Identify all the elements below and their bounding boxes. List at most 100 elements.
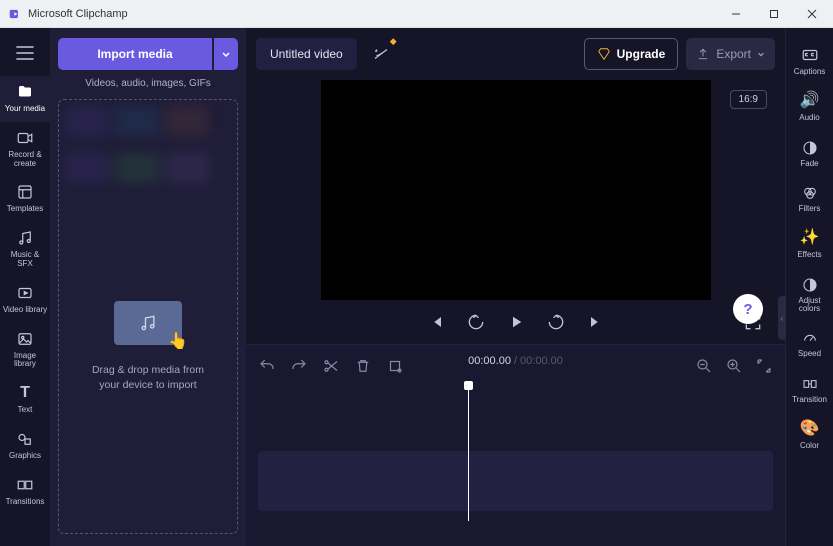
window-title: Microsoft Clipchamp (28, 8, 128, 20)
rnav-label: Filters (799, 205, 821, 213)
dropzone-text: Drag & drop media from your device to im… (78, 363, 218, 391)
main-area: Untitled video ◆ Upgrade Export 16:9 (246, 28, 785, 546)
music-icon (138, 313, 158, 333)
window-titlebar: Microsoft Clipchamp (0, 0, 833, 28)
crop-button[interactable] (386, 357, 404, 375)
playback-controls (246, 300, 785, 344)
chevron-down-icon (757, 50, 765, 58)
rnav-label: Fade (800, 160, 818, 168)
rnav-audio[interactable]: 🔊 Audio (786, 85, 833, 131)
magic-enhance-button[interactable]: ◆ (365, 38, 397, 70)
nav-label: Video library (3, 306, 47, 315)
nav-templates[interactable]: Templates (0, 176, 50, 222)
import-hint: Videos, audio, images, GIFs (58, 78, 238, 89)
rnav-adjust-colors[interactable]: Adjust colors (786, 269, 833, 323)
gauge-icon (802, 330, 818, 346)
rnav-label: Captions (794, 68, 826, 76)
rnav-effects[interactable]: ✨ Effects (786, 222, 833, 268)
topbar: Untitled video ◆ Upgrade Export (246, 28, 785, 80)
delete-button[interactable] (354, 357, 372, 375)
text-icon: T (16, 384, 34, 402)
window-minimize-button[interactable] (717, 1, 755, 27)
upload-icon (696, 47, 710, 61)
rnav-label: Audio (799, 114, 819, 122)
step-forward-button[interactable] (546, 312, 566, 332)
undo-button[interactable] (258, 357, 276, 375)
nav-video-library[interactable]: Video library (0, 277, 50, 323)
upgrade-label: Upgrade (617, 47, 666, 61)
left-sidebar: Your media Record & create Templates Mus… (0, 28, 50, 546)
skip-start-button[interactable] (426, 312, 446, 332)
timeline-ruler[interactable] (258, 383, 773, 401)
aspect-ratio-button[interactable]: 16:9 (730, 90, 767, 109)
split-button[interactable] (322, 357, 340, 375)
nav-your-media[interactable]: Your media (0, 76, 50, 122)
nav-label: Record & create (2, 151, 48, 169)
import-media-button[interactable]: Import media (58, 38, 212, 70)
timeline-timecode: 00:00.00/00:00.00 (468, 355, 563, 367)
media-panel: Import media Videos, audio, images, GIFs… (50, 28, 246, 546)
upgrade-button[interactable]: Upgrade (584, 38, 679, 70)
window-maximize-button[interactable] (755, 1, 793, 27)
nav-image-library[interactable]: Image library (0, 323, 50, 378)
wand-icon (372, 45, 390, 63)
rnav-transition[interactable]: Transition (786, 368, 833, 413)
sparkles-icon: ✨ (800, 230, 820, 247)
rnav-color[interactable]: 🎨 Color (786, 413, 833, 459)
dropzone-preview-blur (59, 100, 237, 200)
transition-icon (802, 376, 818, 392)
nav-graphics[interactable]: Graphics (0, 423, 50, 469)
app-icon (8, 7, 22, 21)
rnav-label: Effects (797, 251, 821, 259)
window-close-button[interactable] (793, 1, 831, 27)
fade-icon (802, 140, 818, 156)
chevron-down-icon (221, 49, 231, 59)
preview-area: 16:9 ? (246, 80, 785, 344)
rnav-label: Adjust colors (788, 297, 832, 314)
timeline-track[interactable] (258, 451, 773, 511)
nav-label: Graphics (9, 452, 41, 461)
rnav-speed[interactable]: Speed (786, 322, 833, 367)
zoom-in-button[interactable] (725, 357, 743, 375)
diamond-icon (597, 47, 611, 61)
playhead[interactable] (468, 385, 469, 521)
export-button[interactable]: Export (686, 38, 775, 70)
palette-icon: 🎨 (800, 421, 820, 438)
nav-label: Text (18, 406, 33, 415)
zoom-out-button[interactable] (695, 357, 713, 375)
rnav-fade[interactable]: Fade (786, 132, 833, 177)
rnav-label: Transition (792, 396, 827, 404)
project-title-input[interactable]: Untitled video (256, 38, 357, 70)
cursor-icon: 👆 (168, 331, 188, 351)
nav-label: Your media (5, 105, 45, 114)
import-media-dropdown[interactable] (214, 38, 238, 70)
right-sidebar: Captions 🔊 Audio Fade Filters ✨ Effects … (785, 28, 833, 546)
rnav-label: Speed (798, 350, 821, 358)
rnav-filters[interactable]: Filters (786, 177, 833, 222)
step-back-button[interactable] (466, 312, 486, 332)
nav-transitions[interactable]: Transitions (0, 469, 50, 515)
collapse-right-panel-button[interactable]: ‹ (778, 296, 786, 340)
captions-icon (801, 46, 819, 64)
contrast-icon (802, 277, 818, 293)
skip-end-button[interactable] (586, 312, 606, 332)
nav-record-create[interactable]: Record & create (0, 122, 50, 177)
play-button[interactable] (506, 312, 526, 332)
nav-label: Templates (7, 205, 43, 214)
speaker-icon: 🔊 (800, 93, 820, 110)
menu-button[interactable] (8, 36, 42, 70)
nav-music-sfx[interactable]: Music & SFX (0, 222, 50, 277)
sparkle-icon: ◆ (390, 36, 397, 47)
media-dropzone[interactable]: 👆 Drag & drop media from your device to … (58, 99, 238, 534)
time-total: 00:00.00 (520, 355, 563, 367)
nav-label: Transitions (6, 498, 45, 507)
nav-label: Image library (2, 352, 48, 370)
video-canvas[interactable] (321, 80, 711, 300)
rnav-captions[interactable]: Captions (786, 38, 833, 85)
redo-button[interactable] (290, 357, 308, 375)
filters-icon (802, 185, 818, 201)
rnav-label: Color (800, 442, 819, 450)
help-button[interactable]: ? (733, 294, 763, 324)
nav-text[interactable]: T Text (0, 377, 50, 423)
fit-timeline-button[interactable] (755, 357, 773, 375)
